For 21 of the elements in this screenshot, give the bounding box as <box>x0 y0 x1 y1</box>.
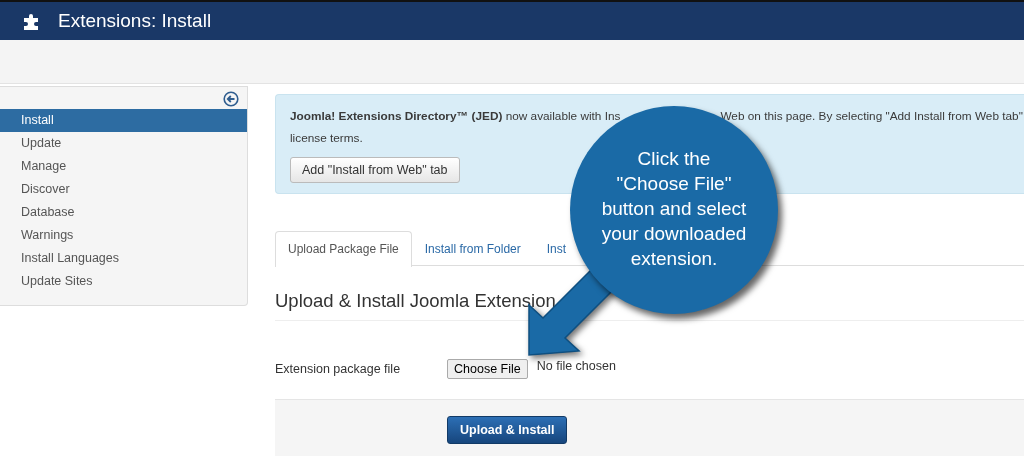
notice-text: license terms. <box>290 131 363 145</box>
field-label: Extension package file <box>275 362 402 376</box>
sidebar-item[interactable]: Warnings <box>0 224 247 247</box>
upload-install-button[interactable]: Upload & Install <box>447 416 568 444</box>
sidebar-item[interactable]: Install <box>0 109 247 132</box>
notice-text: Joomla! Extensions Directory™ (JED) now available with Ins <box>290 109 621 123</box>
tab[interactable]: Install from Folder <box>411 231 534 265</box>
add-tab-button[interactable]: Add "Install from Web" tab <box>290 157 460 183</box>
sidebar-item[interactable]: Install Languages <box>0 247 247 270</box>
collapse-icon[interactable] <box>223 91 239 107</box>
file-status: No file chosen <box>536 359 616 373</box>
sidebar-item[interactable]: Update <box>0 132 247 155</box>
tab[interactable]: Upload Package File <box>275 231 412 267</box>
notice-text: Web on this page. By selecting "Add Install from Web tab" <box>720 109 1023 123</box>
sidebar-item[interactable]: Update Sites <box>0 270 247 293</box>
page-title: Extensions: Install <box>58 10 212 32</box>
sidebar-item[interactable]: Discover <box>0 178 247 201</box>
choose-file-button[interactable]: Choose File <box>447 359 528 379</box>
sidebar-item[interactable]: Database <box>0 201 247 224</box>
tab[interactable]: Inst <box>533 231 567 265</box>
sidebar-item[interactable]: Manage <box>0 155 247 178</box>
